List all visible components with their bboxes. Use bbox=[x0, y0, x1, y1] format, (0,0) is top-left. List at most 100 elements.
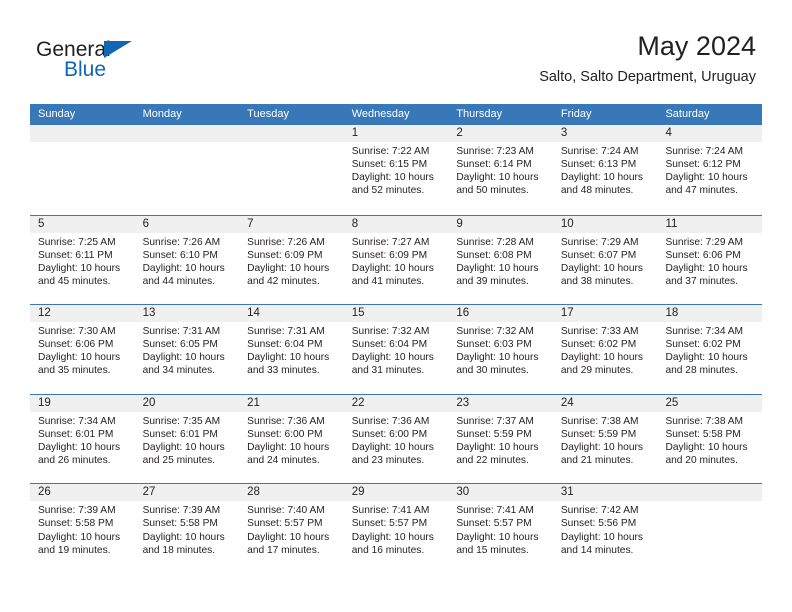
daylight-text-line1: Daylight: 10 hours bbox=[142, 262, 225, 274]
daylight-text-line1: Daylight: 10 hours bbox=[351, 172, 434, 184]
daylight-text-line2: and 29 minutes. bbox=[560, 365, 634, 377]
calendar-day-cell[interactable]: 2 Sunrise: 7:23 AM Sunset: 6:14 PM Daylight… bbox=[448, 125, 553, 215]
sunrise-text: Sunrise: 7:33 AM bbox=[560, 326, 639, 338]
daylight-text-line2: and 44 minutes. bbox=[142, 275, 216, 287]
daylight-text-line1: Daylight: 10 hours bbox=[38, 352, 121, 364]
day-details: Sunrise: 7:30 AM Sunset: 6:06 PM Daylight:… bbox=[30, 322, 135, 377]
sunset-text: Sunset: 5:57 PM bbox=[351, 518, 428, 530]
calendar-day-cell[interactable]: 8 Sunrise: 7:27 AM Sunset: 6:09 PM Daylight… bbox=[343, 215, 449, 305]
calendar-day-cell[interactable]: 24 Sunrise: 7:38 AM Sunset: 5:59 PM Dayligh… bbox=[552, 394, 658, 484]
daylight-text-line1: Daylight: 10 hours bbox=[456, 531, 539, 543]
calendar-day-cell[interactable]: 26 Sunrise: 7:39 AM Sunset: 5:58 PM Dayligh… bbox=[30, 484, 135, 573]
day-number: 12 bbox=[30, 305, 135, 323]
sunrise-text: Sunrise: 7:31 AM bbox=[247, 326, 325, 338]
daylight-text-line1: Daylight: 10 hours bbox=[142, 352, 225, 364]
day-number: 4 bbox=[657, 125, 763, 142]
calendar-day-cell[interactable]: 9 Sunrise: 7:28 AM Sunset: 6:08 PM Daylight… bbox=[448, 215, 553, 305]
calendar-day-cell[interactable]: 13 Sunrise: 7:31 AM Sunset: 6:05 PM Dayligh… bbox=[134, 305, 240, 394]
general-blue-logo[interactable]: General Blue bbox=[36, 38, 166, 84]
calendar-day-cell[interactable]: 18 Sunrise: 7:34 AM Sunset: 6:02 PM Dayligh… bbox=[657, 305, 763, 394]
calendar-day-cell[interactable]: 7 Sunrise: 7:26 AM Sunset: 6:09 PM Daylight… bbox=[239, 215, 344, 305]
day-details: Sunrise: 7:41 AM Sunset: 5:57 PM Daylight:… bbox=[344, 501, 449, 556]
daylight-text-line2: and 30 minutes. bbox=[456, 365, 529, 377]
calendar-day-cell[interactable]: 3 Sunrise: 7:24 AM Sunset: 6:13 PM Daylight… bbox=[552, 125, 658, 215]
calendar-week-row: 26 Sunrise: 7:39 AM Sunset: 5:58 PM Dayligh… bbox=[30, 483, 763, 573]
day-number: 19 bbox=[30, 394, 135, 412]
day-details: Sunrise: 7:31 AM Sunset: 6:04 PM Daylight:… bbox=[239, 322, 344, 377]
sunset-text: Sunset: 5:58 PM bbox=[142, 518, 218, 530]
day-number: 31 bbox=[552, 484, 658, 502]
day-number: 5 bbox=[30, 215, 135, 233]
day-number: 25 bbox=[657, 394, 763, 412]
calendar-day-cell[interactable]: 19 Sunrise: 7:34 AM Sunset: 6:01 PM Dayligh… bbox=[30, 394, 135, 484]
day-details: Sunrise: 7:32 AM Sunset: 6:03 PM Daylight:… bbox=[448, 322, 553, 377]
calendar-day-cell[interactable]: 6 Sunrise: 7:26 AM Sunset: 6:10 PM Daylight… bbox=[134, 215, 240, 305]
sunset-text: Sunset: 6:11 PM bbox=[38, 249, 113, 261]
calendar-day-cell[interactable]: 20 Sunrise: 7:35 AM Sunset: 6:01 PM Dayligh… bbox=[134, 394, 240, 484]
page-header: General Blue May 2024 Salto, Salto Depar… bbox=[0, 0, 792, 104]
sunrise-text: Sunrise: 7:32 AM bbox=[351, 326, 430, 338]
calendar-day-cell[interactable]: 31 Sunrise: 7:42 AM Sunset: 5:56 PM Dayligh… bbox=[552, 484, 658, 573]
calendar-day-cell[interactable]: 23 Sunrise: 7:37 AM Sunset: 5:59 PM Dayligh… bbox=[448, 394, 553, 484]
dow-saturday: Saturday bbox=[665, 108, 710, 120]
daylight-text-line2: and 38 minutes. bbox=[560, 275, 634, 287]
day-number: 17 bbox=[552, 305, 658, 323]
calendar-day-cell[interactable]: 21 Sunrise: 7:36 AM Sunset: 6:00 PM Dayligh… bbox=[239, 394, 344, 484]
calendar-day-cell[interactable]: 16 Sunrise: 7:32 AM Sunset: 6:03 PM Dayligh… bbox=[448, 305, 553, 394]
day-details: Sunrise: 7:28 AM Sunset: 6:08 PM Daylight:… bbox=[448, 233, 553, 288]
day-number: 14 bbox=[239, 305, 344, 323]
calendar-week-row: 19 Sunrise: 7:34 AM Sunset: 6:01 PM Dayligh… bbox=[30, 393, 763, 484]
sunrise-text: Sunrise: 7:23 AM bbox=[456, 146, 534, 157]
daylight-text-line2: and 17 minutes. bbox=[247, 544, 320, 556]
calendar-week-row: 5 Sunrise: 7:25 AM Sunset: 6:11 PM Daylight… bbox=[30, 214, 763, 305]
calendar-day-cell[interactable]: 25 Sunrise: 7:38 AM Sunset: 5:58 PM Dayligh… bbox=[657, 394, 763, 484]
day-details: Sunrise: 7:40 AM Sunset: 5:57 PM Daylight:… bbox=[239, 501, 344, 556]
dow-thursday: Thursday bbox=[456, 108, 503, 120]
calendar-day-cell[interactable]: 29 Sunrise: 7:41 AM Sunset: 5:57 PM Dayligh… bbox=[343, 484, 449, 573]
calendar-day-cell[interactable]: 27 Sunrise: 7:39 AM Sunset: 5:58 PM Dayligh… bbox=[134, 484, 240, 573]
sunset-text: Sunset: 6:00 PM bbox=[247, 428, 323, 440]
sunset-text: Sunset: 5:59 PM bbox=[456, 428, 532, 440]
calendar-day-cell[interactable]: 17 Sunrise: 7:33 AM Sunset: 6:02 PM Dayligh… bbox=[552, 305, 658, 394]
day-details: Sunrise: 7:36 AM Sunset: 6:00 PM Daylight:… bbox=[239, 412, 344, 467]
calendar-day-cell[interactable]: 5 Sunrise: 7:25 AM Sunset: 6:11 PM Daylight… bbox=[30, 215, 135, 305]
day-number: 13 bbox=[134, 305, 240, 323]
day-details: Sunrise: 7:22 AM Sunset: 6:15 PM Daylight:… bbox=[344, 142, 449, 197]
calendar-day-cell[interactable]: 22 Sunrise: 7:36 AM Sunset: 6:00 PM Dayligh… bbox=[343, 394, 449, 484]
calendar-day-cell[interactable]: 10 Sunrise: 7:29 AM Sunset: 6:07 PM Dayligh… bbox=[552, 215, 658, 305]
daylight-text-line1: Daylight: 10 hours bbox=[560, 172, 644, 184]
sunset-text: Sunset: 6:01 PM bbox=[38, 428, 114, 440]
daylight-text-line2: and 31 minutes. bbox=[351, 365, 425, 377]
day-number: 22 bbox=[343, 394, 449, 412]
calendar-day-cell[interactable]: 14 Sunrise: 7:31 AM Sunset: 6:04 PM Dayligh… bbox=[239, 305, 344, 394]
sunset-text: Sunset: 5:57 PM bbox=[247, 518, 323, 530]
daylight-text-line2: and 52 minutes. bbox=[351, 185, 425, 197]
calendar-day-cell[interactable]: 12 Sunrise: 7:30 AM Sunset: 6:06 PM Dayligh… bbox=[30, 305, 135, 394]
title-block: May 2024 Salto, Salto Department, Urugua… bbox=[539, 30, 756, 87]
day-number: 30 bbox=[448, 484, 553, 502]
daylight-text-line1: Daylight: 10 hours bbox=[560, 531, 644, 543]
day-details: Sunrise: 7:24 AM Sunset: 6:12 PM Daylight:… bbox=[657, 142, 762, 197]
calendar-day-cell[interactable]: 30 Sunrise: 7:41 AM Sunset: 5:57 PM Dayligh… bbox=[448, 484, 553, 573]
sunset-text: Sunset: 6:02 PM bbox=[665, 339, 741, 351]
calendar-day-cell[interactable]: 28 Sunrise: 7:40 AM Sunset: 5:57 PM Dayligh… bbox=[239, 484, 344, 573]
calendar-day-cell[interactable]: 11 Sunrise: 7:29 AM Sunset: 6:06 PM Dayligh… bbox=[657, 215, 763, 305]
day-details: Sunrise: 7:38 AM Sunset: 5:58 PM Daylight:… bbox=[657, 412, 762, 467]
sunrise-text: Sunrise: 7:37 AM bbox=[456, 415, 534, 427]
calendar-day-cell[interactable]: 4 Sunrise: 7:24 AM Sunset: 6:12 PM Daylight… bbox=[657, 125, 763, 215]
page-subtitle: Salto, Salto Department, Uruguay bbox=[539, 69, 756, 85]
sunset-text: Sunset: 6:12 PM bbox=[665, 159, 741, 171]
day-details: Sunrise: 7:39 AM Sunset: 5:58 PM Daylight:… bbox=[30, 501, 135, 556]
daylight-text-line1: Daylight: 10 hours bbox=[351, 352, 434, 364]
daylight-text-line2: and 35 minutes. bbox=[38, 365, 111, 377]
calendar-week-row: 12 Sunrise: 7:30 AM Sunset: 6:06 PM Dayligh… bbox=[30, 304, 763, 394]
calendar-day-cell[interactable]: 1 Sunrise: 7:22 AM Sunset: 6:15 PM Daylight… bbox=[343, 125, 449, 215]
calendar-day-cell-empty bbox=[134, 125, 240, 215]
page-title: May 2024 bbox=[637, 31, 756, 61]
day-number: 24 bbox=[552, 394, 658, 412]
day-details: Sunrise: 7:26 AM Sunset: 6:09 PM Daylight:… bbox=[239, 233, 344, 288]
calendar-day-cell[interactable]: 15 Sunrise: 7:32 AM Sunset: 6:04 PM Dayligh… bbox=[343, 305, 449, 394]
daylight-text-line1: Daylight: 10 hours bbox=[247, 352, 330, 364]
sunrise-text: Sunrise: 7:29 AM bbox=[560, 236, 639, 248]
daylight-text-line2: and 41 minutes. bbox=[351, 275, 425, 287]
